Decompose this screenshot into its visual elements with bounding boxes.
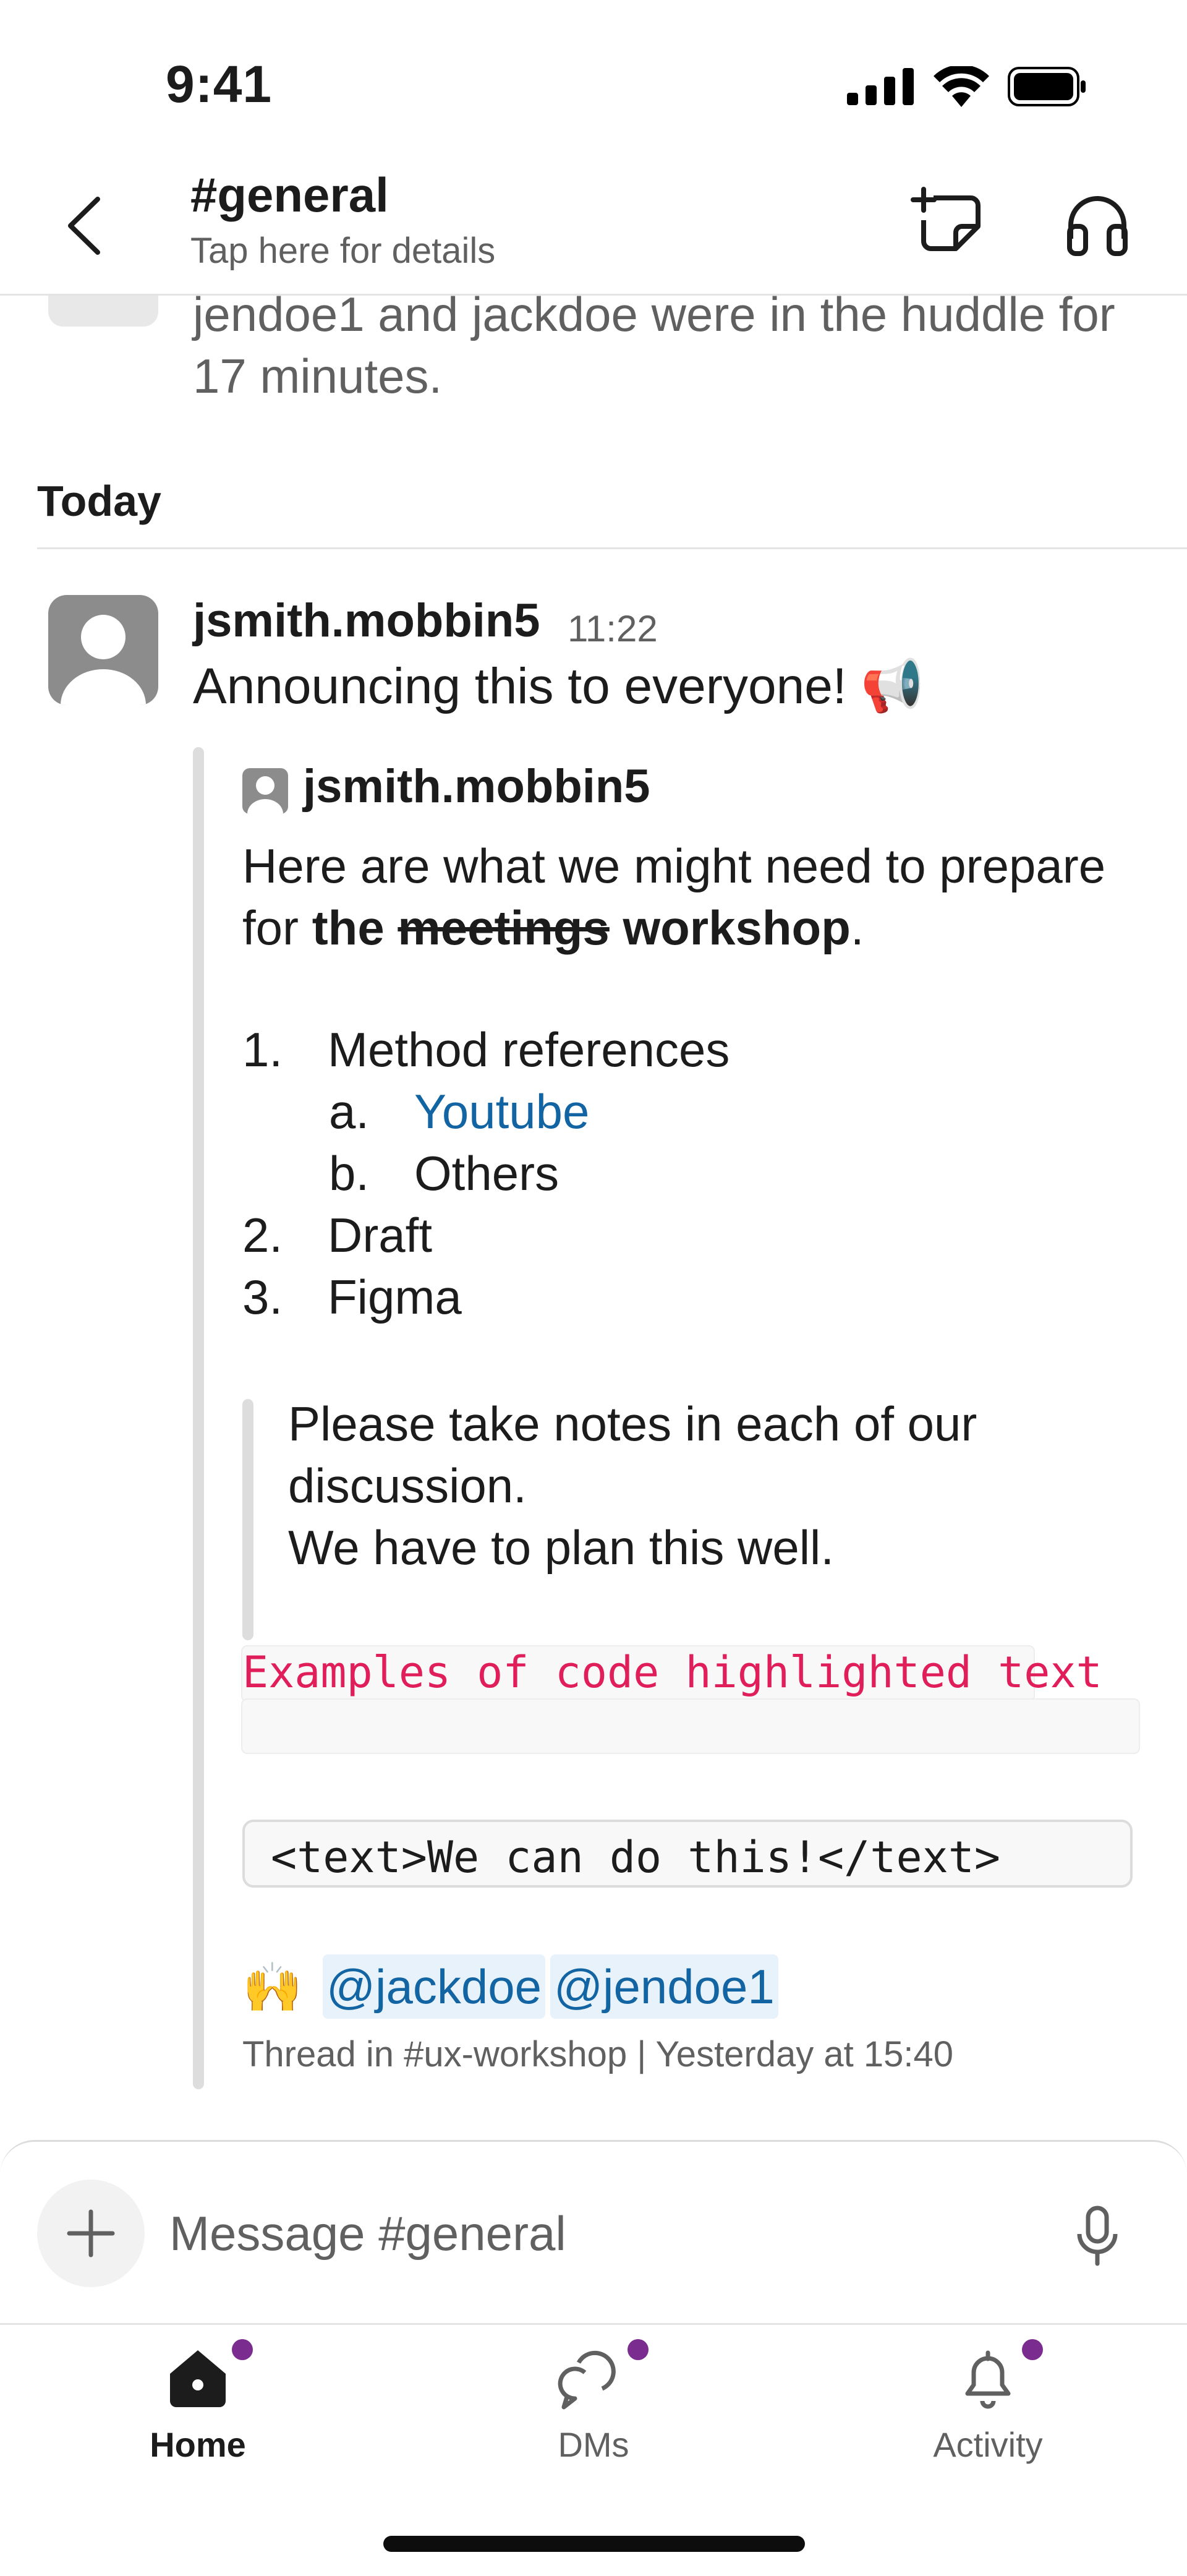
huddle-summary: jendoe1 and jackdoe were in the huddle f… bbox=[193, 287, 1115, 403]
message-input[interactable] bbox=[169, 2206, 1004, 2262]
intro-bold-the: the bbox=[312, 901, 385, 955]
notification-dot bbox=[1022, 2339, 1043, 2360]
blockquote-line: Please take notes in each of our discuss… bbox=[288, 1397, 977, 1513]
microphone-button[interactable] bbox=[1063, 2202, 1131, 2270]
home-icon bbox=[170, 2350, 226, 2407]
divider-line bbox=[37, 547, 1187, 549]
status-time: 9:41 bbox=[166, 55, 273, 113]
bell-icon bbox=[965, 2350, 1011, 2409]
mention-jendoe1[interactable]: @jendoe1 bbox=[550, 1954, 778, 2019]
message-time: 11:22 bbox=[568, 608, 658, 649]
blockquote-line: We have to plan this well. bbox=[288, 1520, 835, 1575]
dms-icon bbox=[558, 2350, 616, 2410]
headphones-icon bbox=[1067, 196, 1128, 256]
date-divider: Today bbox=[37, 477, 161, 525]
tab-dms[interactable]: DMs bbox=[501, 2332, 686, 2480]
attachment-author[interactable]: jsmith.mobbin5 bbox=[303, 760, 650, 813]
message-text: Announcing this to everyone! 📢 bbox=[193, 658, 924, 714]
channel-subtitle[interactable]: Tap here for details bbox=[190, 230, 495, 272]
code-block-text: <text>We can do this!</text> bbox=[271, 1832, 1001, 1883]
raised-hands-emoji: 🙌 bbox=[242, 1960, 303, 2014]
intro-end: . bbox=[850, 901, 864, 955]
home-indicator bbox=[383, 2536, 805, 2552]
back-button[interactable] bbox=[62, 192, 111, 260]
attachment-intro: Here are what we might need to prepare f… bbox=[242, 835, 1126, 959]
mention-jackdoe[interactable]: @jackdoe bbox=[323, 1954, 546, 2019]
huddle-button[interactable] bbox=[1057, 183, 1138, 263]
tab-home[interactable]: Home bbox=[105, 2332, 291, 2480]
blockquote: Please take notes in each of our discuss… bbox=[288, 1393, 1092, 1578]
chevron-left-icon bbox=[68, 197, 100, 255]
tab-label: DMs bbox=[558, 2425, 629, 2464]
intro-strike: meetings bbox=[398, 901, 610, 955]
huddle-avatar bbox=[48, 296, 158, 327]
youtube-link[interactable]: Youtube bbox=[414, 1084, 589, 1140]
notification-dot bbox=[232, 2339, 253, 2360]
attachment-bar bbox=[193, 747, 204, 2089]
battery-icon bbox=[1008, 67, 1086, 106]
blockquote-bar bbox=[242, 1399, 253, 1640]
signal-icon bbox=[847, 68, 914, 105]
message-author[interactable]: jsmith.mobbin5 bbox=[193, 594, 540, 648]
add-attachment-button[interactable] bbox=[37, 2180, 145, 2287]
inline-code: Examples of code highlighted text bbox=[242, 1647, 1102, 1698]
thread-footer[interactable]: Thread in #ux-workshop | Yesterday at 15… bbox=[242, 2034, 953, 2075]
tab-label: Home bbox=[150, 2425, 246, 2464]
channel-header[interactable]: #general Tap here for details bbox=[0, 155, 1187, 296]
tab-label: Activity bbox=[933, 2425, 1043, 2464]
wifi-icon bbox=[934, 66, 989, 107]
status-icons bbox=[847, 62, 1088, 111]
user-icon bbox=[61, 615, 146, 705]
inline-code-bg bbox=[241, 1698, 1140, 1754]
add-canvas-button[interactable] bbox=[909, 183, 989, 263]
notification-dot bbox=[628, 2339, 649, 2360]
avatar[interactable] bbox=[48, 595, 158, 705]
plus-icon bbox=[67, 2209, 115, 2257]
tab-activity[interactable]: Activity bbox=[895, 2332, 1081, 2480]
microphone-icon bbox=[1077, 2206, 1118, 2266]
canvas-add-icon bbox=[911, 187, 981, 251]
user-icon bbox=[247, 776, 283, 814]
intro-bold-workshop: workshop bbox=[623, 901, 851, 955]
attachment-avatar bbox=[242, 768, 288, 814]
channel-name[interactable]: #general bbox=[190, 167, 389, 223]
